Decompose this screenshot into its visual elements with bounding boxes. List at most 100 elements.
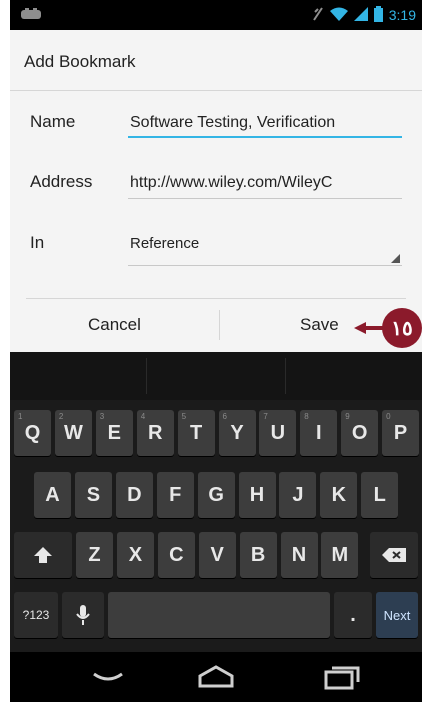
key-u[interactable]: 7U [259,410,297,456]
save-button[interactable]: Save [300,315,339,335]
button-vertical-divider [219,310,220,340]
home-icon [198,665,234,688]
key-hint: 5 [181,412,187,421]
key-hint: 9 [345,412,350,421]
back-button[interactable] [88,664,128,690]
key-label: R [147,421,163,444]
add-bookmark-dialog: Add Bookmark Name Software Testing, Veri… [10,30,422,352]
key-label: H [249,483,265,506]
mic-key[interactable] [62,592,104,638]
name-field-underline [128,136,402,138]
key-m[interactable]: M [321,532,359,578]
in-label: In [30,233,45,252]
key-label: A [45,483,60,506]
mic-icon [76,605,90,625]
key-label: K [331,483,347,506]
key-label: N [291,543,307,566]
key-label: B [250,543,266,566]
key-f[interactable]: F [156,472,194,518]
key-n[interactable]: N [280,532,318,578]
notification-icon [20,7,42,21]
key-k[interactable]: K [320,472,358,518]
key-hint: 0 [386,412,391,421]
key-hint: 6 [222,412,227,421]
key-label: M [331,543,349,566]
battery-icon [373,5,383,25]
clock: 3:19 [388,7,416,23]
key-x[interactable]: X [116,532,154,578]
next-key[interactable]: Next [376,592,418,638]
key-label: E [107,421,121,444]
key-hint: 3 [99,412,105,421]
key-c[interactable]: C [157,532,195,578]
folder-spinner[interactable]: Reference [130,235,400,252]
button-divider [26,298,406,299]
key-hint: 1 [18,412,23,421]
wifi-icon [329,7,348,24]
key-label: C [169,543,184,566]
backspace-key[interactable] [370,532,418,578]
key-i[interactable]: 8I [300,410,338,456]
rotate-icon [312,6,324,25]
key-label: V [210,543,224,566]
key-label: F [169,483,182,506]
key-t[interactable]: 5T [177,410,215,456]
key-p[interactable]: 0P [382,410,420,456]
backspace-icon [382,548,406,562]
key-y[interactable]: 6Y [218,410,256,456]
key-label: P [393,421,408,444]
key-hint: 7 [263,412,268,421]
key-r[interactable]: 4R [136,410,174,456]
key-z[interactable]: Z [76,532,113,578]
key-d[interactable]: D [115,472,153,518]
phone-screen: 3:19 Add Bookmark Name Software Testing,… [10,0,422,702]
period-key[interactable]: . [334,592,372,638]
key-label: W [63,421,83,444]
key-b[interactable]: B [239,532,277,578]
key-label: T [189,421,203,444]
key-h[interactable]: H [238,472,276,518]
key-label: L [373,483,386,506]
key-j[interactable]: J [279,472,317,518]
spinner-arrow-icon [391,254,400,263]
space-key[interactable] [108,592,330,638]
key-hint: 4 [140,412,146,421]
key-s[interactable]: S [74,472,112,518]
key-e[interactable]: 3E [95,410,133,456]
key-label: Z [88,543,101,566]
key-v[interactable]: V [198,532,236,578]
key-label: Q [24,421,41,444]
folder-spinner-underline [128,265,402,266]
recents-icon [324,666,360,690]
name-field[interactable]: Software Testing, Verification [130,114,400,132]
key-hint: 2 [58,412,64,421]
key-label: I [316,421,322,444]
symbols-key[interactable]: ?123 [14,592,58,638]
key-label: X [128,543,143,566]
cancel-button[interactable]: Cancel [88,315,141,335]
key-g[interactable]: G [197,472,235,518]
key-q[interactable]: 1Q [14,410,51,456]
navigation-bar [10,652,422,702]
home-button[interactable] [196,664,236,690]
recents-button[interactable] [322,664,362,690]
key-o[interactable]: 9O [341,410,379,456]
key-w[interactable]: 2W [54,410,92,456]
key-l[interactable]: L [361,472,399,518]
title-divider [10,90,422,91]
key-label: G [208,483,224,506]
address-field-underline [128,198,402,199]
signal-icon [353,6,368,24]
status-bar: 3:19 [10,0,422,30]
shift-key[interactable] [14,532,72,578]
key-label: Y [230,421,244,444]
dialog-title: Add Bookmark [24,52,136,71]
step-callout: ١٥ [354,308,422,348]
back-icon [93,672,123,681]
address-field[interactable]: http://www.wiley.com/WileyC [130,174,400,192]
key-hint: 8 [304,412,309,421]
callout-number: ١٥ [382,308,422,348]
key-a[interactable]: A [34,472,71,518]
key-label: U [270,421,286,444]
key-label: J [292,483,304,506]
